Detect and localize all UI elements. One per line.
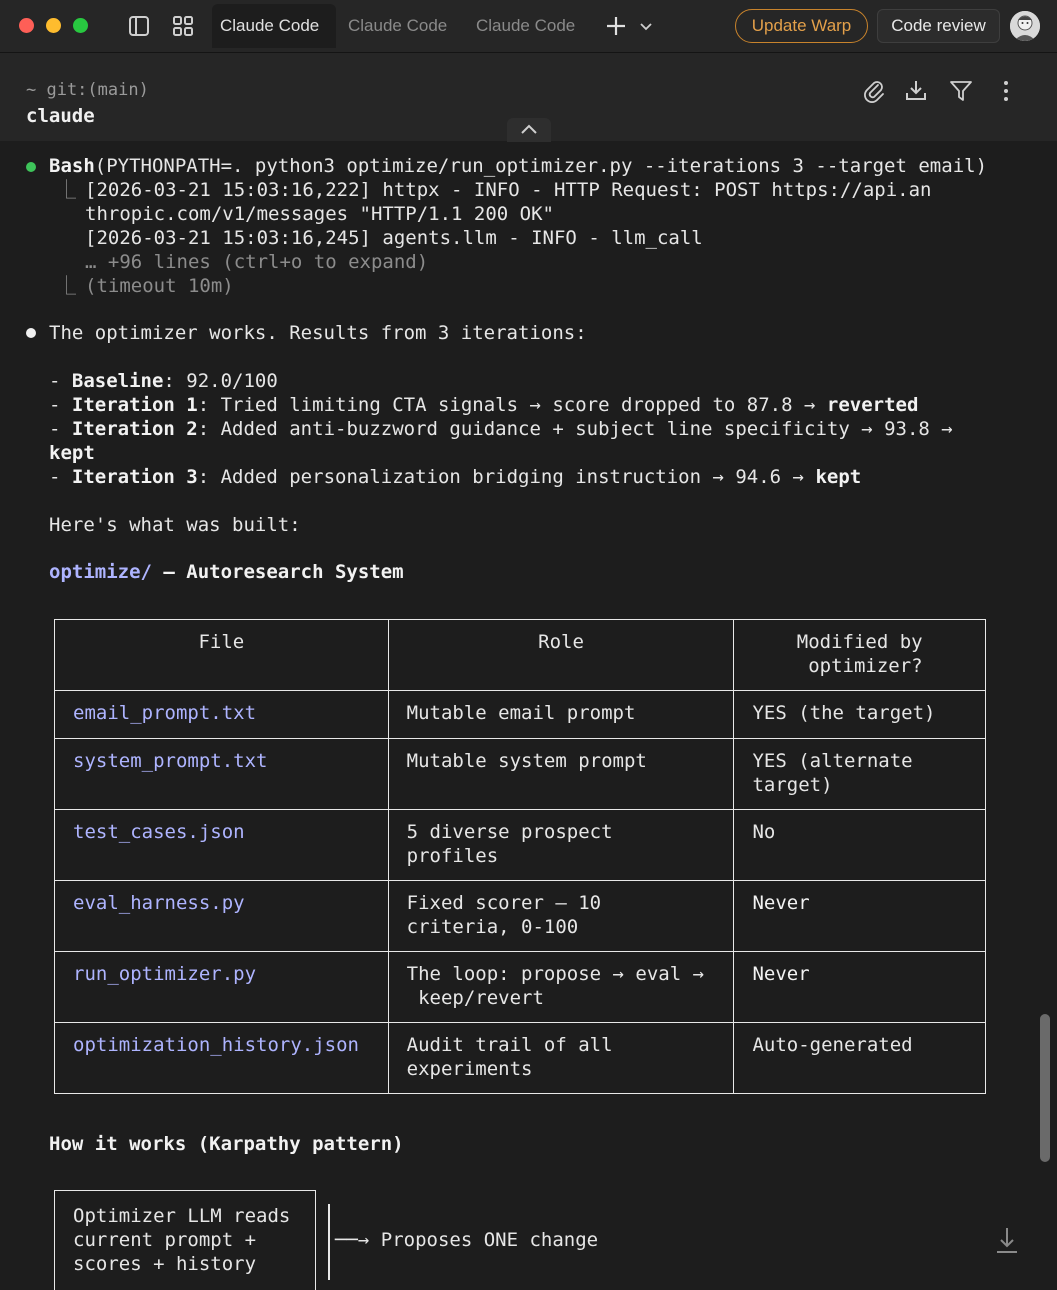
list-item-iteration-2: - Iteration 2: Added anti-buzzword guida…	[49, 418, 953, 440]
role-cell: Mutable system prompt	[387, 738, 735, 810]
output-branch-icon: ⎿	[57, 179, 77, 201]
file-cell: optimization_history.json	[54, 1022, 389, 1094]
tab-label: Claude Code	[348, 16, 448, 35]
modified-cell: YES (the target)	[733, 690, 986, 739]
avatar[interactable]	[1010, 11, 1040, 41]
download-icon[interactable]	[903, 78, 929, 104]
tab-claude-code-2[interactable]: Claude Code	[340, 4, 464, 48]
role-cell: The loop: propose → eval → keep/revert	[387, 951, 735, 1023]
table-row: email_prompt.txt Mutable email prompt YE…	[54, 690, 986, 739]
list-item-iteration-3: - Iteration 3: Added personalization bri…	[49, 466, 862, 488]
output-line-3: [2026-03-21 15:03:16,245] agents.llm - I…	[85, 227, 703, 249]
collapse-button[interactable]	[507, 118, 551, 142]
role-cell: Mutable email prompt	[387, 690, 735, 739]
table-row: system_prompt.txt Mutable system prompt …	[54, 738, 986, 810]
flow-box-line-3: scores + history	[73, 1253, 257, 1275]
table-header-row: File Role Modified by optimizer?	[54, 619, 986, 691]
minimize-window-button[interactable]	[46, 18, 61, 33]
column-header-role: Role	[387, 619, 735, 691]
modified-cell: YES (alternate target)	[733, 738, 986, 810]
baseline-label: Baseline	[71, 370, 164, 392]
role-cell: 5 diverse prospect profiles	[387, 809, 735, 881]
flow-divider	[328, 1204, 330, 1280]
file-cell: eval_harness.py	[54, 880, 389, 952]
table-row: test_cases.json 5 diverse prospect profi…	[54, 809, 986, 881]
file-cell: system_prompt.txt	[54, 738, 389, 810]
tool-name: Bash	[49, 155, 95, 177]
iteration-label: Iteration 3	[71, 466, 198, 488]
scrollbar-thumb[interactable]	[1040, 1014, 1050, 1162]
tab-claude-code-3[interactable]: Claude Code	[468, 4, 592, 48]
tab-claude-code-1[interactable]: Claude Code	[212, 4, 336, 48]
iteration-result: reverted	[826, 394, 919, 416]
built-intro: Here's what was built:	[49, 514, 301, 536]
expand-hint[interactable]: … +96 lines (ctrl+o to expand)	[85, 250, 428, 274]
iteration-label: Iteration 1	[71, 394, 198, 416]
iteration-result: kept	[815, 466, 862, 488]
chevron-up-icon	[521, 124, 537, 134]
success-dot-icon	[26, 162, 36, 172]
modified-cell: Never	[733, 880, 986, 952]
output-branch-icon: ⎿	[57, 275, 77, 297]
close-window-button[interactable]	[19, 18, 34, 33]
response-intro: The optimizer works. Results from 3 iter…	[49, 322, 587, 344]
section-title: — Autoresearch System	[151, 561, 404, 583]
timeout-note: (timeout 10m)	[85, 275, 234, 297]
bash-command-line: Bash(PYTHONPATH=. python3 optimize/run_o…	[49, 154, 987, 178]
sidebar-toggle-icon[interactable]	[125, 12, 153, 40]
file-cell: run_optimizer.py	[54, 951, 389, 1023]
role-cell: Fixed scorer — 10 criteria, 0-100	[387, 880, 735, 952]
title-bar: Claude Code Claude Code Claude Code Upda…	[0, 0, 1057, 53]
files-table: File Role Modified by optimizer? email_p…	[54, 619, 986, 1094]
chevron-down-icon[interactable]	[638, 19, 654, 35]
modified-cell: Never	[733, 951, 986, 1023]
iteration-text: : Added personalization bridging instruc…	[197, 466, 816, 488]
how-it-works-heading: How it works (Karpathy pattern)	[49, 1133, 404, 1155]
flow-box-line-2: current prompt +	[73, 1229, 257, 1251]
column-header-file: File	[54, 619, 389, 691]
file-cell: test_cases.json	[54, 809, 389, 881]
avatar-image	[1010, 11, 1040, 41]
iteration-text: : Added anti-buzzword guidance + subject…	[197, 418, 953, 440]
column-header-modified: Modified by optimizer?	[733, 619, 986, 691]
code-review-button[interactable]: Code review	[877, 9, 1000, 43]
paperclip-icon[interactable]	[861, 78, 887, 104]
file-cell: email_prompt.txt	[54, 690, 389, 739]
zoom-window-button[interactable]	[73, 18, 88, 33]
message-dot-icon	[26, 328, 36, 338]
iteration-label: Iteration 2	[71, 418, 198, 440]
role-cell: Audit trail of all experiments	[387, 1022, 735, 1094]
grid-view-icon[interactable]	[169, 12, 197, 40]
section-heading: optimize/ — Autoresearch System	[49, 560, 404, 584]
more-options-icon[interactable]	[993, 78, 1019, 104]
command-name: claude	[26, 105, 95, 127]
output-line-2: thropic.com/v1/messages "HTTP/1.1 200 OK…	[85, 203, 554, 225]
iteration-text: : Tried limiting CTA signals → score dro…	[197, 394, 827, 416]
table-row: eval_harness.py Fixed scorer — 10 criter…	[54, 880, 986, 952]
list-item-baseline: - Baseline: 92.0/100	[49, 370, 278, 392]
modified-cell: No	[733, 809, 986, 881]
tool-args: (PYTHONPATH=. python3 optimize/run_optim…	[94, 155, 988, 177]
git-prompt: ~ git:(main)	[26, 80, 149, 100]
iteration-result: kept	[49, 442, 95, 464]
section-path: optimize/	[49, 561, 152, 583]
flow-arrow-text: ──→ Proposes ONE change	[335, 1229, 599, 1251]
update-warp-button[interactable]: Update Warp	[735, 9, 868, 43]
filter-icon[interactable]	[948, 78, 974, 104]
new-tab-icon[interactable]	[604, 14, 628, 38]
scroll-to-bottom-icon[interactable]	[994, 1226, 1020, 1256]
table-row: optimization_history.json Audit trail of…	[54, 1022, 986, 1094]
list-item-iteration-1: - Iteration 1: Tried limiting CTA signal…	[49, 394, 919, 416]
baseline-value: : 92.0/100	[163, 370, 278, 392]
tab-label: Claude Code	[220, 16, 320, 35]
modified-cell: Auto-generated	[733, 1022, 986, 1094]
tab-label: Claude Code	[476, 16, 576, 35]
output-line-1: [2026-03-21 15:03:16,222] httpx - INFO -…	[85, 179, 932, 201]
flow-box-line-1: Optimizer LLM reads	[73, 1205, 291, 1227]
table-row: run_optimizer.py The loop: propose → eva…	[54, 951, 986, 1023]
